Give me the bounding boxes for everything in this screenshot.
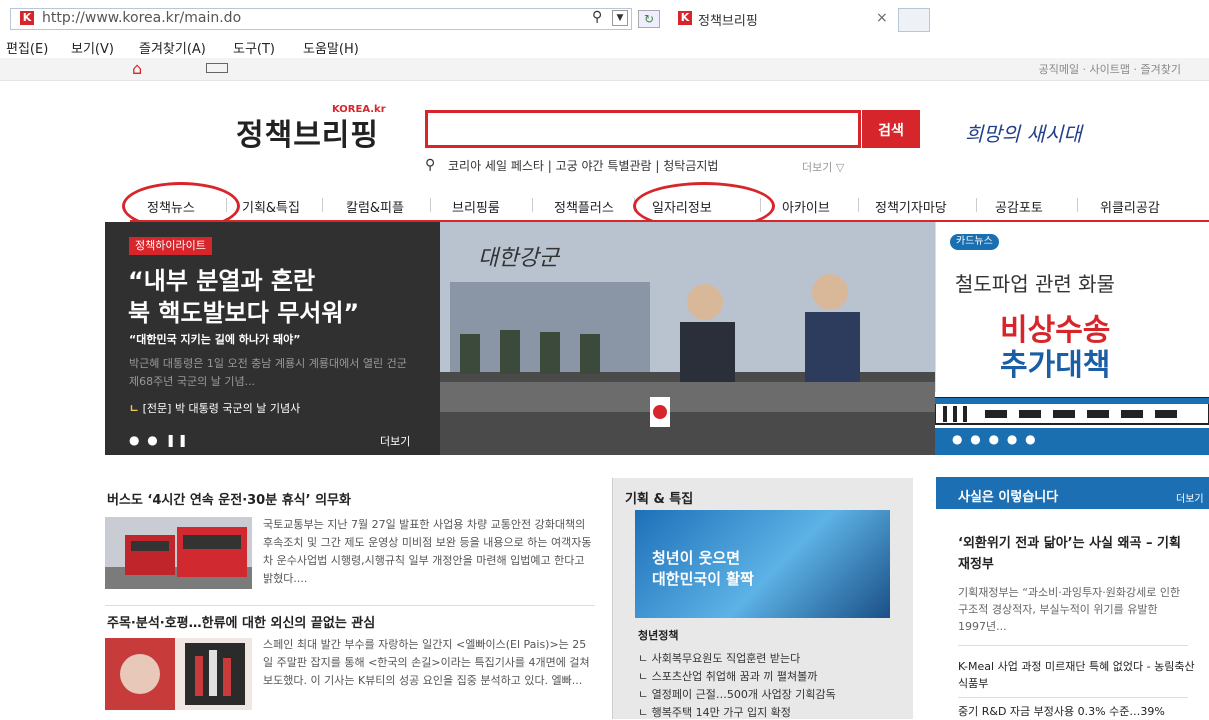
nav-photo[interactable]: 공감포토 — [995, 197, 1043, 216]
nav-separator — [1077, 198, 1078, 212]
search-button[interactable]: 검색 — [862, 110, 920, 148]
hero-badge: 정책하이라이트 — [129, 237, 212, 255]
tab-close-icon[interactable]: × — [876, 10, 888, 26]
address-url[interactable]: http://www.korea.kr/main.do — [42, 10, 241, 26]
hero-description: 박근혜 대통령은 1일 오전 충남 계룡시 계룡대에서 열린 건군 제68주년 … — [129, 357, 407, 388]
home-icon[interactable]: ⌂ — [132, 59, 142, 78]
card-title-line3: 추가대책 — [1000, 348, 1111, 383]
hero-pager[interactable]: ● ● ❚❚ — [129, 433, 190, 447]
feature-category: 청년정책 — [638, 629, 679, 642]
tab-favicon-icon: K — [678, 11, 692, 25]
card-news-badge: 카드뉴스 — [950, 234, 999, 250]
photo-caption: 대한강군 — [478, 246, 559, 271]
hero-link-mark: ㄴ — [129, 402, 140, 415]
news-title-2[interactable]: 주목·분석·호평…한류에 대한 외신의 끝없는 관심 — [107, 612, 375, 631]
news-title-1[interactable]: 버스도 ‘4시간 연속 운전·30분 휴식’ 의무화 — [107, 489, 351, 508]
slogan-logo: 희망의 새시대 — [965, 122, 1082, 146]
refresh-icon[interactable]: ↻ — [638, 10, 660, 28]
facts-headline-2[interactable]: K-Meal 사업 과정 미르재단 특혜 없었다 - 농림축산식품부 — [958, 658, 1198, 692]
mobile-icon[interactable] — [206, 63, 228, 73]
nav-separator — [858, 198, 859, 212]
facts-headline-3[interactable]: 중기 R&D 자금 부정사용 0.3% 수준…39% — [958, 703, 1165, 719]
hero-title-line1: “내부 분열과 혼란 — [128, 267, 316, 295]
nav-separator — [976, 198, 977, 212]
nav-separator — [532, 198, 533, 212]
menu-tools[interactable]: 도구(T) — [233, 38, 275, 57]
news-body-1[interactable]: 국토교통부는 지난 7월 27일 발표한 사업용 차량 교통안전 강화대책의 후… — [263, 516, 593, 588]
hero-title[interactable]: “내부 분열과 혼란 북 핵도발보다 무서워” — [128, 265, 428, 329]
nav-briefing-room[interactable]: 브리핑룸 — [452, 197, 500, 216]
card-title-line1: 철도파업 관련 화물 — [955, 272, 1115, 296]
site-util-strip — [0, 58, 1209, 81]
keyword-search-icon: ⚲ — [425, 157, 436, 173]
hero-link[interactable]: ㄴ [전문] 박 대통령 국군의 날 기념사 — [129, 400, 300, 416]
hero-title-line2: 북 핵도발보다 무서워” — [128, 299, 360, 327]
train-illustration — [934, 392, 1209, 432]
menu-view[interactable]: 보기(V) — [71, 38, 114, 57]
nav-weekly[interactable]: 위클리공감 — [1100, 197, 1160, 216]
facts-headline-1[interactable]: ‘외환위기 전과 닮아’는 사실 왜곡 – 기획재정부 — [958, 533, 1188, 575]
nav-reporters[interactable]: 정책기자마당 — [875, 197, 947, 216]
keywords-more-button[interactable]: 더보기 ▽ — [802, 159, 844, 175]
tab-title[interactable]: 정책브리핑 — [698, 10, 758, 29]
address-dropdown-icon[interactable]: ▼ — [612, 10, 628, 26]
feature-item[interactable]: ㄴ 스포츠산업 취업해 꿈과 끼 펼쳐볼까 — [638, 668, 817, 684]
site-logo[interactable]: 정책브리핑 — [236, 110, 379, 154]
feature-item[interactable]: ㄴ 사회복무요원도 직업훈련 받는다 — [638, 650, 800, 666]
menu-help[interactable]: 도움말(H) — [303, 38, 359, 57]
top-util-links[interactable]: 공직메일 · 사이트맵 · 즐겨찾기 — [1039, 61, 1181, 77]
popular-keywords[interactable]: 코리아 세일 페스타 | 고궁 야간 특별관람 | 청탁금지법 — [448, 157, 718, 174]
feature-image-line1: 청년이 웃으면 — [652, 549, 741, 567]
facts-more-link[interactable]: 더보기 — [1176, 490, 1204, 505]
menu-edit[interactable]: 편집(E) — [6, 38, 48, 57]
new-tab-button[interactable] — [898, 8, 930, 32]
hero-more-link[interactable]: 더보기 — [380, 433, 410, 449]
feature-image-line2: 대한민국이 활짝 — [652, 570, 754, 588]
feature-image-text: 청년이 웃으면 대한민국이 활짝 — [652, 548, 754, 590]
card-news-pager[interactable]: ● ● ● ● ● — [952, 432, 1038, 446]
news-body-2[interactable]: 스페인 최대 발간 부수를 자랑하는 일간지 <엘빠이스(El Pais)>는 … — [263, 636, 593, 690]
feature-item[interactable]: ㄴ 행복주택 14만 가구 입지 확정 — [638, 704, 791, 720]
nav-separator — [430, 198, 431, 212]
nav-archive[interactable]: 아카이브 — [782, 197, 830, 216]
search-input[interactable] — [425, 110, 861, 148]
search-icon[interactable]: ⚲ — [592, 9, 602, 25]
hero-link-text: [전문] 박 대통령 국군의 날 기념사 — [142, 402, 301, 415]
news-thumbnail-bus[interactable] — [105, 517, 252, 589]
facts-body-1[interactable]: 기획재정부는 “과소비·과잉투자·원화강세로 인한 구조적 경상적자, 부실누적… — [958, 584, 1188, 635]
hero-subtitle: “대한민국 지키는 길에 하나가 돼야” — [129, 333, 301, 346]
news-divider — [105, 605, 595, 606]
feature-header[interactable]: 기획 & 특집 — [625, 488, 693, 507]
nav-separator — [322, 198, 323, 212]
news-thumbnail-kbeauty[interactable] — [105, 638, 252, 710]
site-favicon-icon: K — [20, 11, 34, 25]
nav-features[interactable]: 기획&특집 — [242, 197, 300, 216]
menu-favorites[interactable]: 즐겨찾기(A) — [139, 38, 206, 57]
feature-item[interactable]: ㄴ 열정페이 근절…500개 사업장 기획감독 — [638, 686, 836, 702]
nav-policy-plus[interactable]: 정책플러스 — [554, 197, 614, 216]
facts-divider — [958, 697, 1188, 698]
facts-title[interactable]: 사실은 이렇습니다 — [958, 486, 1058, 505]
facts-divider — [958, 645, 1188, 646]
nav-columns[interactable]: 칼럼&피플 — [346, 197, 404, 216]
